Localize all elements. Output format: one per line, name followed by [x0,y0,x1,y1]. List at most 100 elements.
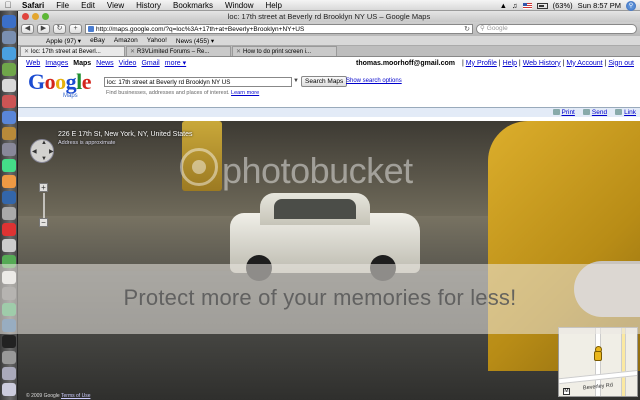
zoom-out-icon[interactable]: − [39,218,48,227]
tab-close-icon[interactable]: ✕ [236,47,241,56]
chevron-down-icon[interactable]: ▼ [293,78,299,84]
pan-down-icon[interactable]: ▼ [41,156,47,162]
apple-menu-icon[interactable]:  [0,0,16,10]
refresh-icon[interactable]: ↻ [464,25,472,33]
wifi-icon[interactable]: ▲ [500,1,507,10]
menu-file[interactable]: File [50,1,75,10]
bookmark-news[interactable]: News (455) ▾ [176,37,214,45]
ichat-icon[interactable] [2,63,16,76]
bookmark-ebay[interactable]: eBay [90,37,105,44]
pan-up-icon[interactable]: ▲ [41,140,47,146]
sign-out-link[interactable]: Sign out [608,60,634,67]
menu-safari[interactable]: Safari [16,1,50,10]
mac-menu-bar:  Safari File Edit View History Bookmark… [0,0,640,11]
preview-icon[interactable] [2,143,16,156]
gbar-maps-active: Maps [73,59,92,67]
trash-icon[interactable] [2,383,16,396]
send-icon [582,109,590,116]
tab-print-screen[interactable]: ✕ How to do print screen i... [232,46,337,56]
gbar-images-link[interactable]: Images [45,60,68,67]
ical-icon[interactable] [2,95,16,108]
bookmark-apple[interactable]: Apple (97) ▾ [46,37,81,45]
menu-help[interactable]: Help [259,1,287,10]
mail-icon[interactable] [2,31,16,44]
spotlight-icon[interactable]: ⚲ [626,0,636,11]
print-icon [552,109,560,116]
add-bookmark-button[interactable]: + [69,24,82,34]
site-favicon-icon [88,26,94,32]
zoom-icon[interactable] [42,13,49,20]
itunes-icon[interactable] [2,111,16,124]
my-profile-link[interactable]: My Profile [466,60,497,67]
bookmark-yahoo[interactable]: Yahoo! [147,37,167,44]
link-action[interactable]: Link [615,109,636,116]
address-book-icon[interactable] [2,79,16,92]
calendar-icon[interactable] [2,239,16,252]
google-logo[interactable]: Google [28,69,92,95]
pan-right-icon[interactable]: ▶ [49,148,54,155]
show-search-options-link[interactable]: Show search options [346,78,402,84]
maps-search-input[interactable]: loc: 17th street at Beverly rd Brooklyn … [104,77,292,87]
zoom-slider[interactable] [43,193,45,218]
search-maps-button[interactable]: Search Maps [301,76,348,87]
gbar-web-link[interactable]: Web [26,60,40,67]
volume-icon[interactable]: ♫ [512,1,518,10]
clock[interactable]: Sun 8:57 PM [578,1,621,10]
tab-close-icon[interactable]: ✕ [24,47,29,56]
print-action[interactable]: Print [552,109,575,116]
pegman-icon[interactable] [593,346,602,361]
back-button[interactable]: ◀ [21,24,34,34]
my-account-link[interactable]: My Account [566,60,602,67]
terminal-icon[interactable] [2,335,16,348]
zoom-in-icon[interactable]: + [39,183,48,192]
google-search-field[interactable]: ⚲ Google [476,24,637,34]
tab-label: loc: 17th street at Beverl... [31,48,101,55]
search-hint-text: Find businesses, addresses and places of… [106,90,230,96]
finder-icon[interactable] [2,15,16,28]
iphoto-icon[interactable] [2,127,16,140]
app-icon[interactable] [2,159,16,172]
terms-link[interactable]: Terms of Use [61,393,90,399]
gbar-account-area: thomas.moorhoff@gmail.com | My Profile |… [356,59,634,67]
gbar-gmail-link[interactable]: Gmail [141,60,159,67]
gbar-news-link[interactable]: News [96,60,114,67]
menu-view[interactable]: View [101,1,130,10]
photobucket-watermark: photobucket [222,150,413,191]
app-icon[interactable] [2,191,16,204]
bookmark-amazon[interactable]: Amazon [114,37,138,44]
app-icon[interactable] [2,223,16,236]
close-icon[interactable] [22,13,29,20]
menu-edit[interactable]: Edit [75,1,101,10]
window-titlebar[interactable]: loc: 17th street at Beverly rd Brooklyn … [18,11,640,22]
battery-icon[interactable] [536,2,548,9]
folder-icon[interactable] [2,351,16,364]
tab-r3vlimited[interactable]: ✕ R3VLimited Forums – Re... [126,46,231,56]
help-link[interactable]: Help [503,60,517,67]
downloads-icon[interactable] [2,367,16,380]
minimize-icon[interactable] [32,13,39,20]
menu-window[interactable]: Window [219,1,259,10]
web-history-link[interactable]: Web History [523,60,561,67]
gbar-more-link[interactable]: more ▾ [165,59,186,67]
app-icon[interactable] [2,175,16,188]
forward-button[interactable]: ▶ [37,24,50,34]
learn-more-link[interactable]: Learn more [231,90,259,96]
tab-google-maps[interactable]: ✕ loc: 17th street at Beverl... [20,46,125,56]
send-action[interactable]: Send [582,109,607,116]
link-link[interactable]: Link [624,109,636,116]
app-icon[interactable] [2,207,16,220]
bookmarks-bar: Apple (97) ▾ eBay Amazon Yahoo! News (45… [18,36,640,46]
reload-button[interactable]: ↻ [53,24,66,34]
pan-control[interactable]: ▲ ▼ ◀ ▶ [30,139,54,163]
menu-history[interactable]: History [130,1,167,10]
input-flag-icon[interactable] [522,2,532,9]
pan-left-icon[interactable]: ◀ [32,148,37,155]
address-bar[interactable]: http://maps.google.com/?q=loc%3A+17th+at… [85,24,473,34]
gbar-video-link[interactable]: Video [119,60,137,67]
safari-icon[interactable] [2,47,16,60]
menu-bookmarks[interactable]: Bookmarks [167,1,219,10]
print-link[interactable]: Print [562,109,575,116]
street-view-minimap[interactable]: Beverley Rd M [558,327,638,397]
send-link[interactable]: Send [592,109,607,116]
tab-close-icon[interactable]: ✕ [130,47,135,56]
